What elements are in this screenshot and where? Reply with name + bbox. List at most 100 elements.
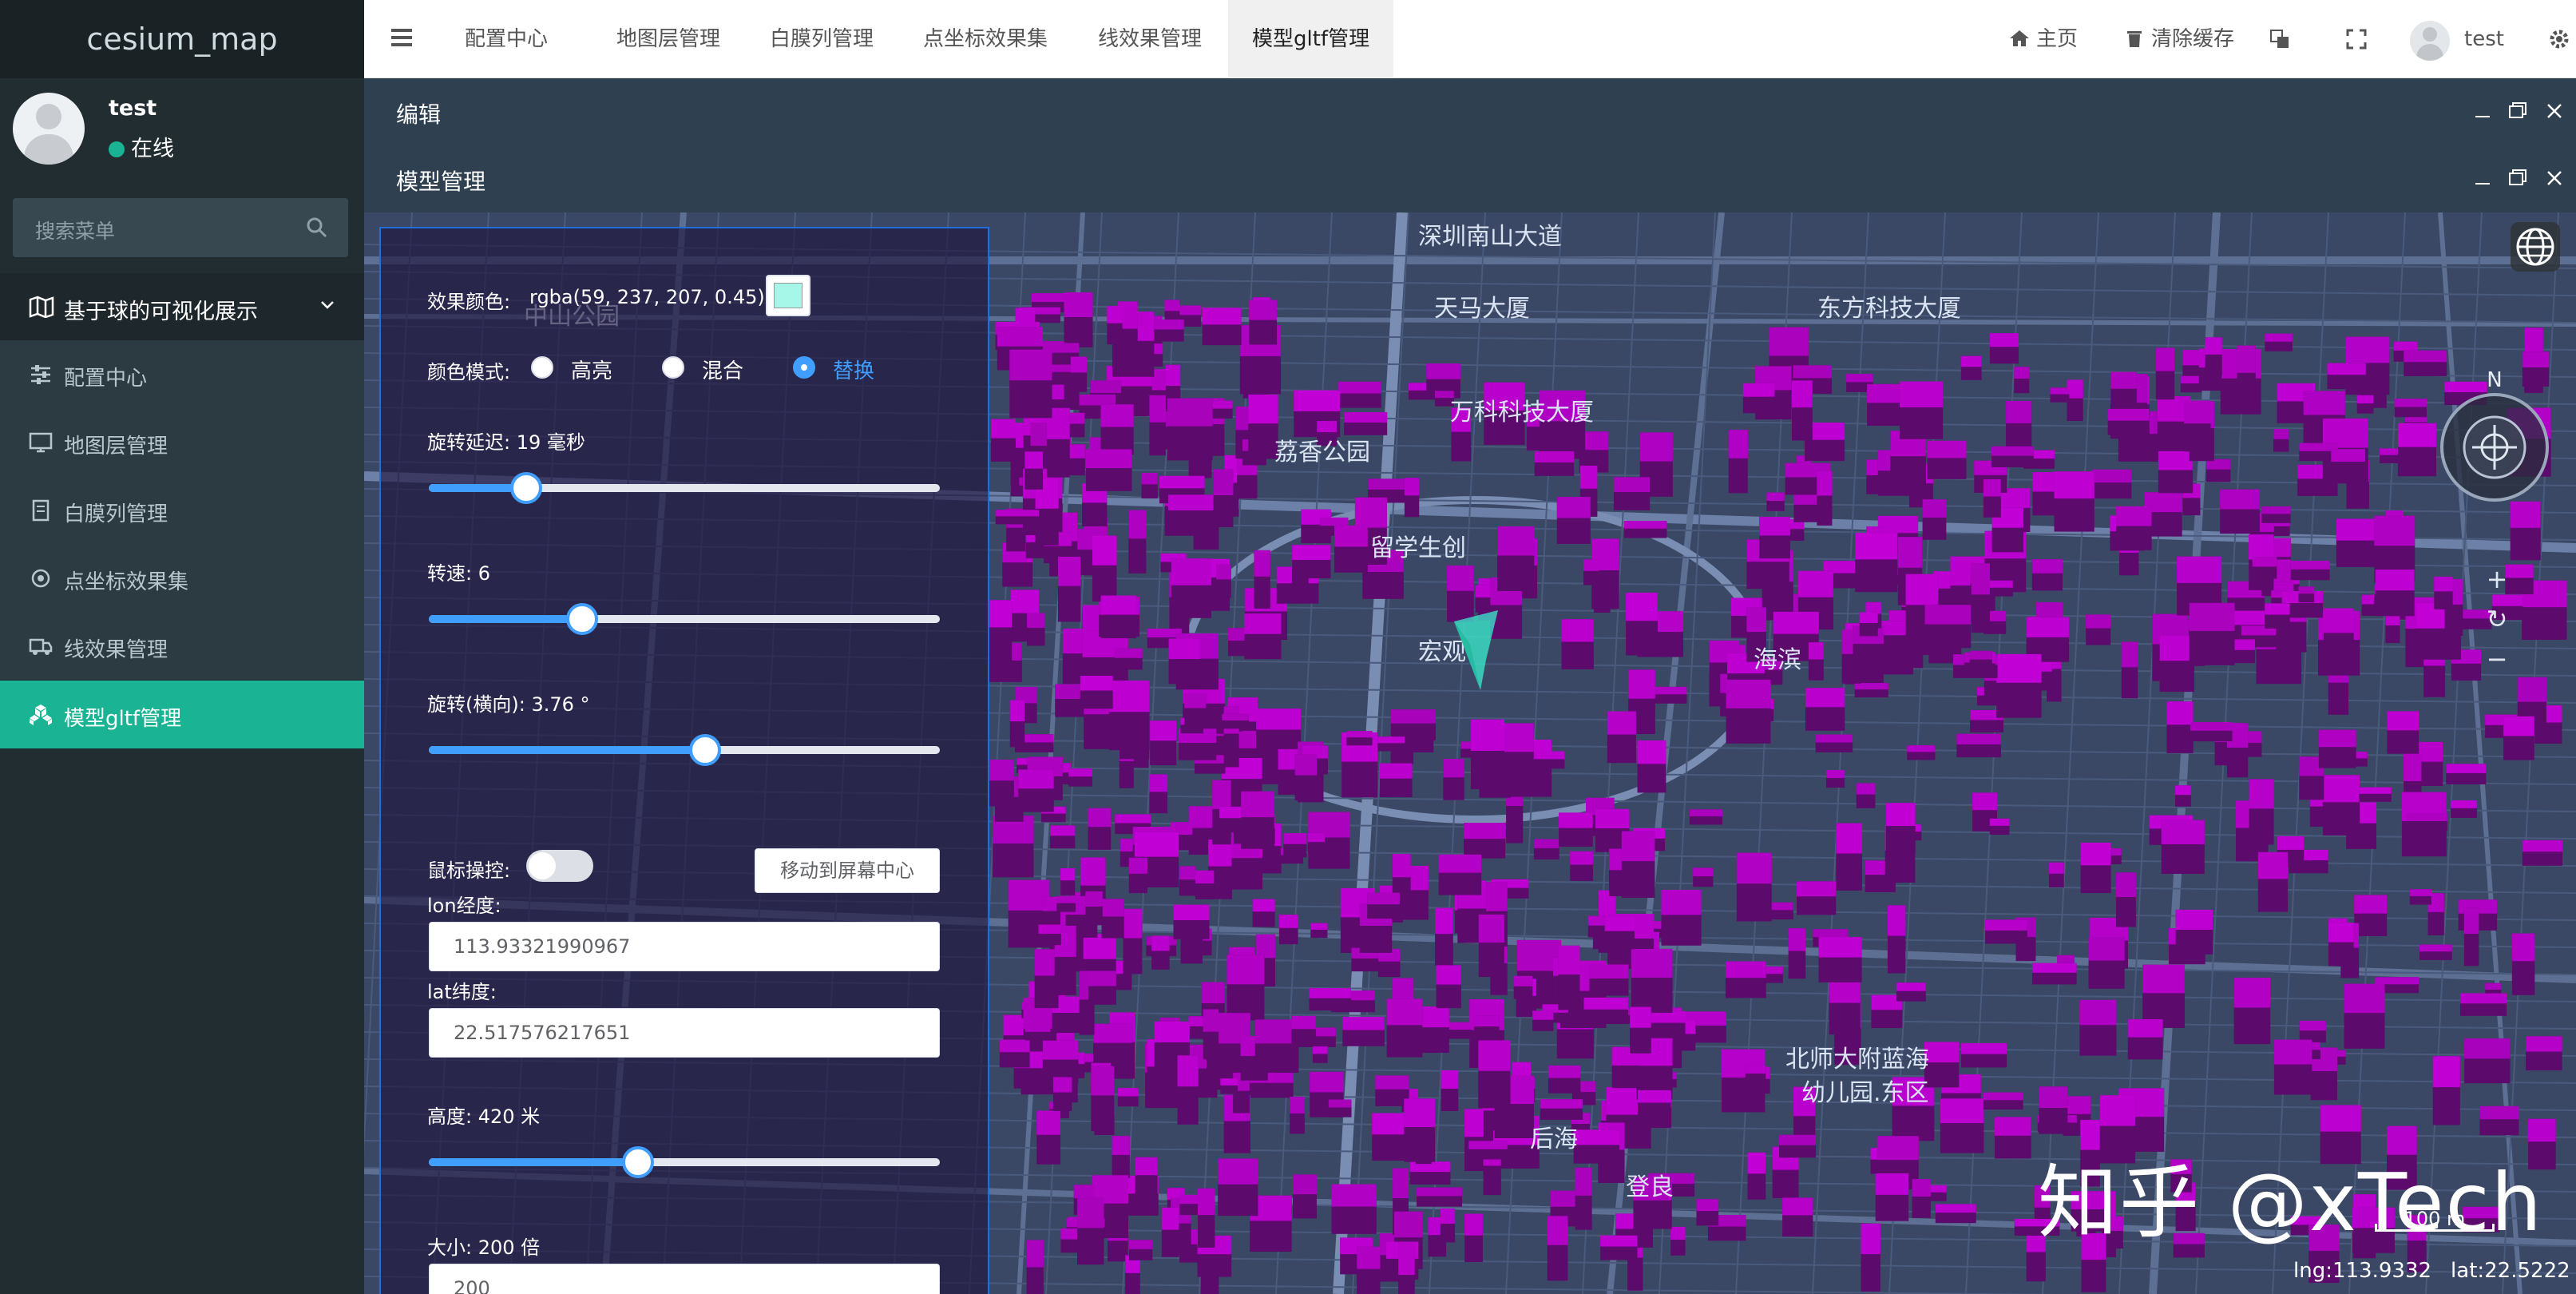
nav-username[interactable]: test — [2464, 0, 2504, 78]
building — [1497, 526, 1535, 592]
color-picker-swatch[interactable] — [766, 275, 810, 316]
building — [1623, 521, 1667, 538]
sidebar-item-line-effects[interactable]: 线效果管理 — [0, 612, 364, 680]
close-icon[interactable] — [2544, 101, 2565, 121]
building — [1421, 1006, 1449, 1054]
menu-toggle-icon[interactable] — [391, 29, 412, 46]
slider-handle[interactable] — [510, 472, 542, 504]
radio-highlight-label[interactable]: 高亮 — [571, 355, 612, 384]
tab-white-model[interactable]: 白膜列管理 — [746, 0, 898, 78]
height-slider[interactable] — [429, 1146, 940, 1178]
fullscreen-icon[interactable] — [2346, 29, 2367, 50]
radio-highlight[interactable] — [531, 356, 553, 379]
sidebar-item-label: 线效果管理 — [64, 638, 168, 662]
compass-widget[interactable]: N — [2437, 368, 2557, 529]
building — [1100, 595, 1136, 639]
lat-input[interactable]: 22.517576217651 — [429, 1008, 940, 1058]
nav-avatar[interactable] — [2410, 21, 2450, 61]
building — [1771, 902, 1793, 920]
building — [1241, 791, 1274, 849]
building — [2205, 337, 2222, 376]
maximize-icon[interactable] — [2507, 168, 2528, 189]
building — [1971, 563, 1990, 633]
building — [1088, 970, 1116, 1005]
slider-handle[interactable] — [689, 734, 721, 766]
building — [1149, 774, 1168, 814]
sidebar-item-map-layer[interactable]: 地图层管理 — [0, 408, 364, 476]
building — [1009, 700, 1025, 748]
building — [2249, 779, 2274, 845]
map-place-label: 万科科技大厦 — [1450, 399, 1594, 427]
radio-replace[interactable] — [793, 356, 815, 379]
building — [1896, 982, 1926, 1002]
building — [2359, 787, 2392, 802]
building — [1478, 914, 1504, 978]
tab-model-gltf[interactable]: 模型gltf管理 — [1228, 0, 1394, 78]
move-to-center-button[interactable]: 移动到屏幕中心 — [755, 848, 940, 893]
sidebar-item-white-model[interactable]: 白膜列管理 — [0, 476, 364, 544]
globe-button[interactable] — [2511, 222, 2560, 272]
building — [1344, 412, 1388, 435]
building — [1887, 905, 1906, 974]
building — [1478, 1040, 1511, 1109]
clear-cache-link[interactable]: 清除缓存 — [2124, 0, 2234, 78]
search-icon[interactable] — [305, 216, 329, 240]
tab-map-layer[interactable]: 地图层管理 — [592, 0, 744, 78]
radio-mix[interactable] — [662, 356, 684, 379]
sidebar-item-model-gltf[interactable]: 模型gltf管理 — [0, 681, 364, 748]
tab-point-effects[interactable]: 点坐标效果集 — [899, 0, 1072, 78]
zoom-out-icon[interactable]: − — [2475, 639, 2519, 679]
building — [1447, 566, 1474, 622]
building — [1291, 1015, 1316, 1046]
building — [1068, 768, 1092, 787]
zoom-control[interactable]: + ↻ − — [2475, 559, 2519, 679]
building — [1836, 823, 1862, 891]
rotate-delay-slider[interactable] — [429, 472, 940, 504]
maximize-icon[interactable] — [2507, 101, 2528, 121]
building — [1213, 469, 1234, 527]
zoom-in-icon[interactable]: + — [2475, 559, 2519, 599]
tab-line-effects[interactable]: 线效果管理 — [1074, 0, 1226, 78]
radio-mix-label[interactable]: 混合 — [702, 355, 743, 384]
sidebar-item-point-effects[interactable]: 点坐标效果集 — [0, 544, 364, 612]
tab-config[interactable]: 配置中心 — [441, 0, 572, 78]
building — [1464, 1109, 1484, 1172]
lon-input[interactable]: 113.93321990967 — [429, 922, 940, 971]
speed-slider[interactable] — [429, 603, 940, 635]
building — [1290, 1097, 1305, 1134]
model-window-title: 模型管理 — [396, 169, 486, 195]
menu-group-globe-visualization[interactable]: 基于球的可视化展示 — [0, 273, 364, 340]
building — [2092, 469, 2132, 499]
building — [1463, 823, 1506, 859]
building — [1128, 857, 1148, 894]
close-icon[interactable] — [2544, 168, 2565, 189]
mouse-control-toggle[interactable] — [526, 850, 593, 882]
building — [1788, 928, 1806, 979]
sidebar-item-config[interactable]: 配置中心 — [0, 340, 364, 408]
building — [1184, 693, 1207, 727]
minimize-icon[interactable] — [2472, 168, 2493, 189]
gear-icon[interactable] — [2547, 27, 2571, 51]
building — [2446, 764, 2487, 784]
translate-icon[interactable] — [2269, 29, 2290, 50]
slider-handle[interactable] — [566, 603, 598, 635]
building — [1935, 1204, 1976, 1224]
app-logo[interactable]: cesium_map — [0, 0, 364, 78]
building — [1177, 1055, 1199, 1125]
home-link[interactable]: 主页 — [2009, 0, 2078, 78]
minimize-icon[interactable] — [2472, 101, 2493, 121]
building — [1956, 733, 2001, 758]
heading-slider[interactable] — [429, 734, 940, 766]
building — [2322, 775, 2360, 836]
zoom-reset-icon[interactable]: ↻ — [2475, 599, 2519, 639]
building — [2526, 1036, 2562, 1071]
building — [1922, 499, 1947, 540]
building — [1244, 613, 1282, 660]
size-input[interactable]: 200 — [429, 1264, 940, 1294]
building — [1386, 998, 1423, 1058]
watermark: 知乎 @xTech — [2038, 1156, 2543, 1249]
radio-replace-label[interactable]: 替换 — [833, 355, 874, 384]
globe-icon — [2516, 228, 2554, 266]
slider-handle[interactable] — [622, 1146, 654, 1178]
menu-search-input[interactable]: 搜索菜单 — [13, 198, 348, 257]
